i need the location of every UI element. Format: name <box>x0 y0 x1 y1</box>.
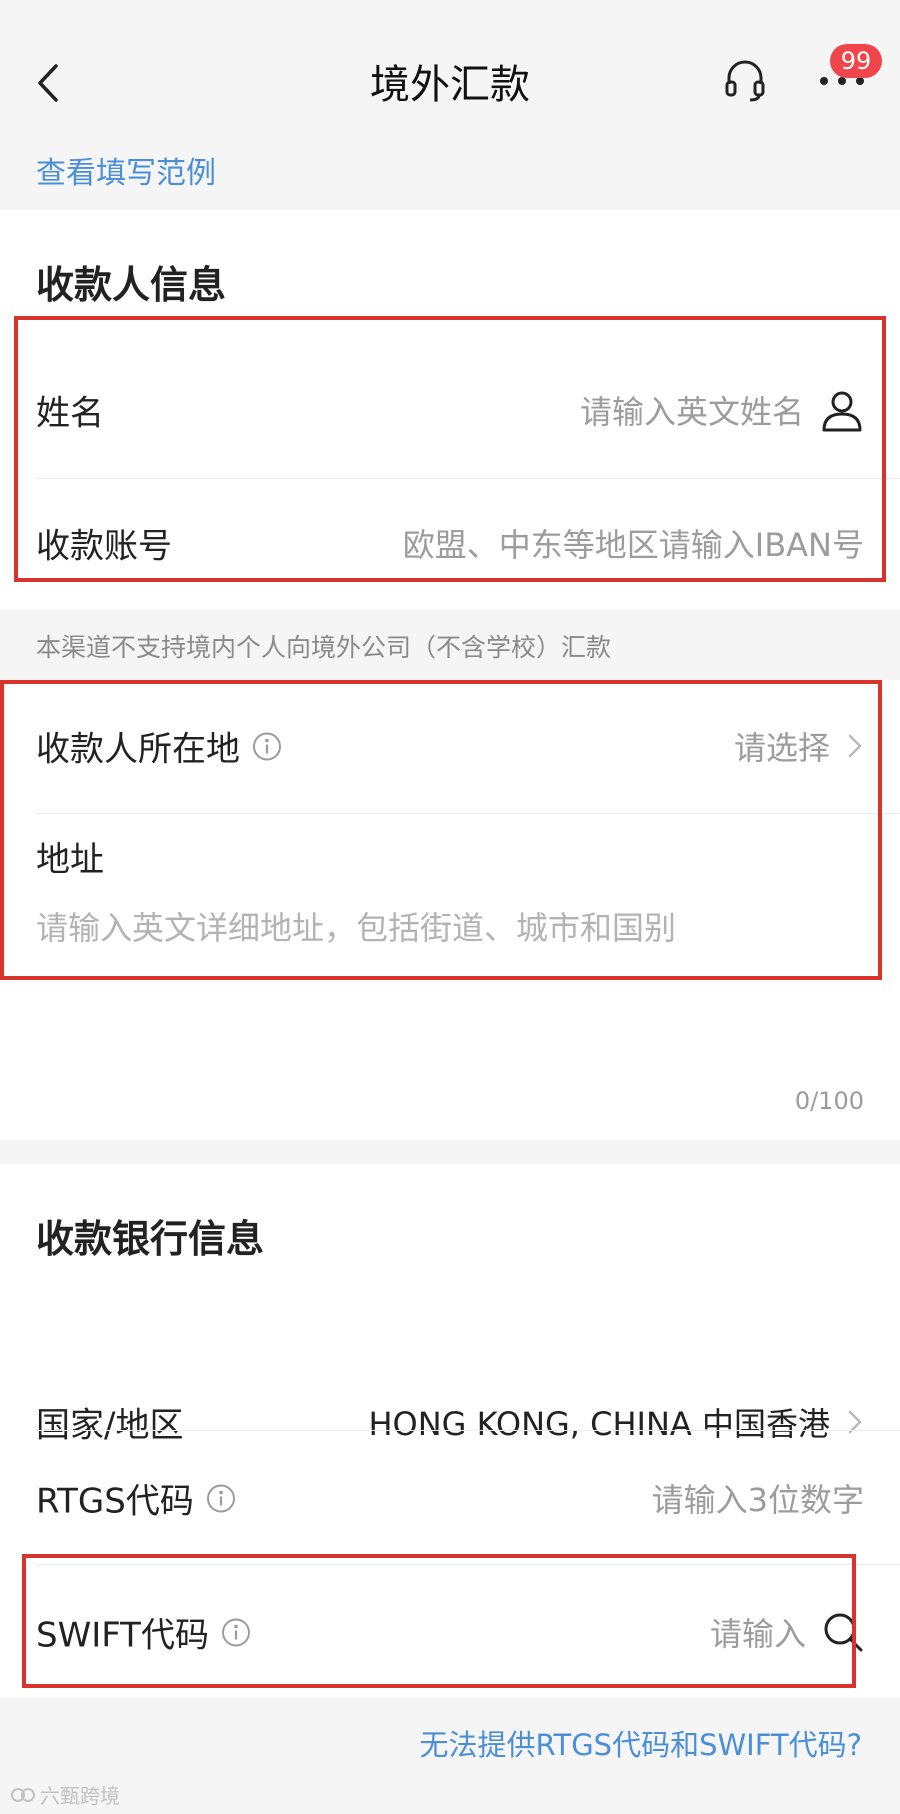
swift-row[interactable]: SWIFT代码 请输入 <box>36 1574 864 1690</box>
account-label: 收款账号 <box>36 526 172 567</box>
payee-account-row[interactable]: 收款账号 欧盟、中东等地区请输入IBAN号 <box>36 485 864 601</box>
info-icon[interactable] <box>206 1483 236 1513</box>
divider <box>36 813 900 814</box>
rtgs-row[interactable]: RTGS代码 请输入3位数字 <box>36 1440 864 1556</box>
location-label: 收款人所在地 <box>36 729 240 770</box>
name-placeholder: 请输入英文姓名 <box>579 393 804 431</box>
payee-name-row[interactable]: 姓名 请输入英文姓名 <box>36 352 864 468</box>
country-value: HONG KONG, CHINA 中国香港 <box>368 1405 830 1443</box>
payee-info-card: 收款人信息 姓名 请输入英文姓名 收款账号 欧盟、中东等地区请输入IBAN号 <box>0 210 900 610</box>
rtgs-label: RTGS代码 <box>36 1481 194 1522</box>
name-input[interactable]: 请输入英文姓名 <box>580 387 864 433</box>
page: 境外汇款 99 查看填写范例 收款人信息 姓名 请输入英文姓名 收款账号 欧盟、… <box>0 0 900 1814</box>
swift-placeholder: 请输入 <box>709 1615 806 1653</box>
address-textarea[interactable]: 请输入英文详细地址，包括街道、城市和国别 <box>36 903 676 949</box>
chevron-right-icon <box>848 734 862 758</box>
nav-bar: 境外汇款 99 查看填写范例 <box>0 0 900 191</box>
watermark-text: 六甄跨境 <box>40 1784 120 1808</box>
location-label-wrap: 收款人所在地 <box>36 722 282 771</box>
payee-section-title: 收款人信息 <box>36 263 227 307</box>
rtgs-placeholder: 请输入3位数字 <box>651 1481 864 1519</box>
bank-info-card: 收款银行信息 国家/地区 HONG KONG, CHINA 中国香港 RTGS代… <box>0 1164 900 1698</box>
country-select[interactable]: HONG KONG, CHINA 中国香港 <box>368 1399 864 1445</box>
location-value: 请选择 <box>733 729 830 767</box>
account-input[interactable]: 欧盟、中东等地区请输入IBAN号 <box>403 520 864 566</box>
notification-badge: 99 <box>830 44 882 78</box>
swift-label: SWIFT代码 <box>36 1615 209 1656</box>
address-char-counter: 0/100 <box>794 1087 864 1115</box>
search-icon[interactable] <box>822 1611 864 1653</box>
no-rtgs-swift-link[interactable]: 无法提供RTGS代码和SWIFT代码? <box>419 1722 862 1764</box>
view-example-link[interactable]: 查看填写范例 <box>36 148 216 192</box>
watermark: 六甄跨境 <box>10 1780 120 1809</box>
rtgs-label-wrap: RTGS代码 <box>36 1474 236 1523</box>
contact-person-icon[interactable] <box>820 388 864 432</box>
divider <box>36 478 900 479</box>
payee-location-row[interactable]: 收款人所在地 请选择 <box>36 688 864 804</box>
divider <box>36 1430 900 1431</box>
swift-input[interactable]: 请输入 <box>710 1609 864 1655</box>
divider <box>36 1564 900 1565</box>
notice-text: 本渠道不支持境内个人向境外公司（不含学校）汇款 <box>36 633 612 662</box>
swift-label-wrap: SWIFT代码 <box>36 1608 251 1657</box>
name-label: 姓名 <box>36 393 104 434</box>
location-select[interactable]: 请选择 <box>734 723 864 769</box>
rtgs-input[interactable]: 请输入3位数字 <box>652 1475 864 1521</box>
watermark-logo-icon <box>11 1787 35 1802</box>
address-label: 地址 <box>36 840 104 880</box>
chevron-right-icon <box>848 1410 862 1434</box>
account-placeholder: 欧盟、中东等地区请输入IBAN号 <box>402 526 864 564</box>
headset-icon[interactable] <box>722 58 768 104</box>
bank-section-title: 收款银行信息 <box>36 1217 265 1261</box>
info-icon[interactable] <box>221 1617 251 1647</box>
info-icon[interactable] <box>252 731 282 761</box>
